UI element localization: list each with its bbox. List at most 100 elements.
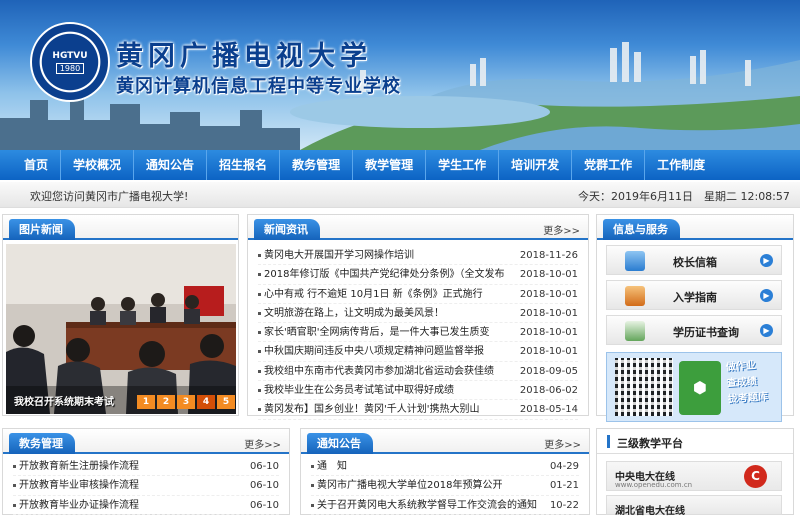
list-item-date: 01-21: [549, 480, 579, 492]
app-feature-text: 做作业 查成绩 拢考题库: [725, 360, 769, 406]
notices-more-link[interactable]: 更多>>: [544, 436, 581, 451]
list-item[interactable]: 家长'晒官职'全网病传背后，是一件大事已发生质变 2018-10-01: [258, 323, 578, 343]
photo-caption: 我校召开系统期末考试: [14, 397, 114, 408]
list-item[interactable]: 黄冈发布】国乡创业！黄冈'千人计划'携热大别山 2018-05-14: [258, 400, 578, 420]
list-item[interactable]: 开放教育毕业审核操作流程 06-10: [13, 476, 279, 496]
list-item-title[interactable]: 中秋国庆期间违反中央八项规定精神问题监督举报: [264, 342, 509, 360]
list-item[interactable]: 开放教育新生注册操作流程 06-10: [13, 457, 279, 477]
academic-affairs-panel: 教务管理 更多>> 开放教育新生注册操作流程 06-10 开放教育毕业审核操作流程 0…: [2, 428, 290, 515]
list-item-title[interactable]: 2018年修订版《中国共产党纪律处分条例》（全文发布: [264, 265, 509, 283]
nav-item-party-work[interactable]: 党群工作: [572, 150, 646, 180]
list-item-title[interactable]: 关于召开黄冈电大系统教学督导工作交流会的通知: [317, 496, 537, 514]
list-item-date: 2018-09-05: [519, 365, 578, 377]
notices-panel: 通知公告 更多>> 通 知 04-29 黄冈市广播电视大学单位2018年预算公开 01…: [300, 428, 590, 515]
list-item[interactable]: 我校毕业生在公务员考试笔试中取得好成绩 2018-06-02: [258, 381, 578, 401]
list-item-title[interactable]: 通 知: [317, 457, 537, 475]
certificate-query-button[interactable]: 学历证书查询 ▶: [606, 315, 782, 345]
list-item-date: 10-22: [549, 499, 579, 511]
nav-item-academic-affairs[interactable]: 教务管理: [280, 150, 354, 180]
platforms-title: 三级教学平台: [617, 437, 683, 450]
nav-item-training[interactable]: 培训开发: [499, 150, 573, 180]
certificate-icon: [625, 321, 645, 341]
list-item-title[interactable]: 家长'晒官职'全网病传背后，是一件大事已发生质变: [264, 323, 509, 341]
list-item-title[interactable]: 我校毕业生在公务员考试笔试中取得好成绩: [264, 381, 509, 399]
platform-link-hubei[interactable]: 湖北省电大在线: [606, 495, 782, 517]
app-download-banner[interactable]: ⬢ 做作业 查成绩 拢考题库: [606, 352, 782, 422]
pager-button[interactable]: 5: [217, 395, 235, 409]
list-item-date: 04-29: [549, 461, 579, 472]
welcome-bar: 欢迎您访问黄冈市广播电视大学! 今天：2019年6月11日 星期二 12:08:…: [0, 182, 800, 208]
notices-title: 通知公告: [307, 433, 373, 454]
welcome-text: 欢迎您访问黄冈市广播电视大学!: [30, 190, 189, 203]
nav-item-regulations[interactable]: 工作制度: [645, 150, 717, 180]
notices-list: 通 知 04-29 黄冈市广播电视大学单位2018年预算公开 01-21 关于召开黄冈电…: [301, 454, 589, 515]
nav-item-notices[interactable]: 通知公告: [134, 150, 208, 180]
list-item-title[interactable]: 黄冈电大开展国开学习网操作培训: [264, 246, 509, 264]
guide-icon: [625, 286, 645, 306]
news-more-link[interactable]: 更多>>: [543, 222, 580, 237]
service-label: 学历证书查询: [673, 326, 739, 339]
news-list: 黄冈电大开展国开学习网操作培训 2018-11-26 2018年修订版《中国共产党纪…: [248, 240, 588, 420]
list-item-title[interactable]: 黄冈市广播电视大学单位2018年预算公开: [317, 476, 537, 494]
academic-affairs-title: 教务管理: [9, 433, 75, 454]
principal-mailbox-button[interactable]: 校长信箱 ▶: [606, 245, 782, 275]
list-item[interactable]: 开放教育毕业办证操作流程 06-10: [13, 496, 279, 515]
list-item[interactable]: 关于召开黄冈电大系统教学督导工作交流会的通知 10-22: [311, 496, 579, 515]
list-item-date: 2018-10-01: [519, 269, 578, 281]
photo-news-title: 图片新闻: [9, 219, 75, 240]
nav-item-about[interactable]: 学校概况: [61, 150, 135, 180]
news-photo[interactable]: 我校召开系统期末考试 1 2 3 4 5: [6, 244, 236, 414]
android-app-icon: ⬢: [679, 361, 721, 415]
nav-item-home[interactable]: 首页: [12, 150, 62, 180]
list-item-date: 2018-11-26: [519, 250, 578, 261]
list-item-date: 06-10: [249, 499, 279, 511]
site-title: 黄冈广播电视大学: [116, 41, 372, 72]
list-item[interactable]: 我校组中东南市代表黄冈市参加湖北省运动会获佳绩 2018-09-05: [258, 362, 578, 382]
list-item-date: 2018-10-01: [519, 307, 578, 319]
school-logo[interactable]: HGTVU 1980: [30, 22, 110, 102]
nav-item-student-work[interactable]: 学生工作: [426, 150, 500, 180]
list-item-title[interactable]: 开放教育毕业审核操作流程: [19, 476, 239, 494]
photo-news-panel: 图片新闻 我校召开系统期末考试 1 2 3 4 5: [2, 214, 239, 416]
pager-button[interactable]: 1: [137, 395, 155, 409]
list-item-date: 2018-06-02: [519, 385, 578, 397]
platforms-header: 三级教学平台: [597, 429, 793, 454]
list-item[interactable]: 通 知 04-29: [311, 457, 579, 477]
platform-link-central[interactable]: 中央电大在线 www.openedu.com.cn C: [606, 461, 782, 491]
services-panel: 信息与服务 校长信箱 ▶ 入学指南 ▶ 学历证书查询 ▶ ⬢ 做作业 查成绩 拢…: [596, 214, 794, 422]
pager-button[interactable]: 2: [157, 395, 175, 409]
platforms-panel: 三级教学平台 中央电大在线 www.openedu.com.cn C 湖北省电大…: [596, 428, 794, 517]
news-panel: 新闻资讯 更多>> 黄冈电大开展国开学习网操作培训 2018-11-26 2018年…: [247, 214, 589, 420]
admission-guide-button[interactable]: 入学指南 ▶: [606, 280, 782, 310]
list-item-title[interactable]: 开放教育新生注册操作流程: [19, 457, 239, 475]
news-title: 新闻资讯: [254, 219, 320, 240]
qr-code-overlay: [615, 358, 673, 416]
main-nav: 首页 学校概况 通知公告 招生报名 教务管理 教学管理 学生工作 培训开发 党群…: [0, 150, 800, 180]
list-item[interactable]: 中秋国庆期间违反中央八项规定精神问题监督举报 2018-10-01: [258, 342, 578, 362]
list-item[interactable]: 黄冈市广播电视大学单位2018年预算公开 01-21: [311, 476, 579, 496]
pager-button-active[interactable]: 4: [197, 395, 215, 409]
list-item[interactable]: 心中有戒 行不逾矩 10月1日 新《条例》正式施行 2018-10-01: [258, 285, 578, 304]
service-label: 入学指南: [673, 291, 717, 304]
list-item[interactable]: 文明旅游在路上，让文明成为最美风景！ 2018-10-01: [258, 304, 578, 324]
academic-affairs-more-link[interactable]: 更多>>: [244, 436, 281, 451]
list-item[interactable]: 黄冈电大开展国开学习网操作培训 2018-11-26: [258, 246, 578, 266]
list-item-title[interactable]: 开放教育毕业办证操作流程: [19, 496, 239, 514]
arrow-right-icon: ▶: [760, 324, 773, 337]
pager-button[interactable]: 3: [177, 395, 195, 409]
list-item-title[interactable]: 我校组中东南市代表黄冈市参加湖北省运动会获佳绩: [264, 362, 509, 380]
photo-pager: 1 2 3 4 5: [137, 395, 235, 409]
nav-item-teaching[interactable]: 教学管理: [353, 150, 427, 180]
list-item-title[interactable]: 文明旅游在路上，让文明成为最美风景！: [264, 304, 509, 322]
list-item[interactable]: 2018年修订版《中国共产党纪律处分条例》（全文发布 2018-10-01: [258, 265, 578, 285]
services-header: 信息与服务: [597, 215, 793, 240]
list-item-date: 06-10: [249, 480, 279, 492]
list-item-title[interactable]: 心中有戒 行不逾矩 10月1日 新《条例》正式施行: [264, 285, 509, 303]
notices-header: 通知公告 更多>>: [301, 429, 589, 454]
platform-logo-icon: C: [744, 465, 767, 488]
header-bar-icon: [607, 435, 610, 448]
current-date: 今天：2019年6月11日 星期二 12:08:57: [578, 190, 790, 203]
arrow-right-icon: ▶: [760, 254, 773, 267]
nav-item-enrollment[interactable]: 招生报名: [207, 150, 281, 180]
list-item-title[interactable]: 黄冈发布】国乡创业！黄冈'千人计划'携热大别山: [264, 400, 509, 418]
